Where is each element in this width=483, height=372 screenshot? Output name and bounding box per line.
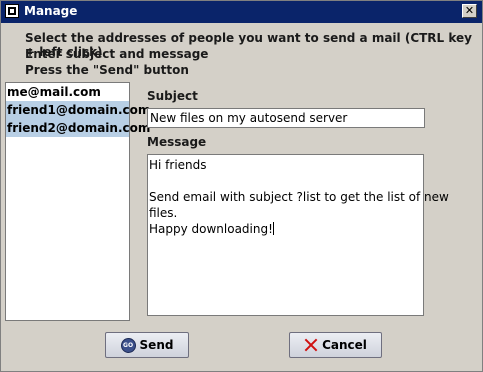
message-line: files. [149,206,178,220]
instruction-press: Press the "Send" button [25,63,189,77]
message-label: Message [147,135,207,149]
window-title: Manage [24,4,78,18]
message-line-last: Happy downloading! [149,221,423,237]
message-line: Hi friends [149,158,207,172]
instruction-enter: Enter subject and message [25,47,209,61]
close-x-icon [304,338,318,352]
cancel-button-label: Cancel [322,338,367,352]
go-icon: GO [120,337,136,353]
subject-input[interactable]: New files on my autosend server [147,108,425,128]
list-item[interactable]: friend1@domain.com [6,101,150,119]
text-caret [272,222,274,235]
title-bar[interactable]: Manage ✕ [1,1,482,23]
subject-label: Subject [147,89,198,103]
cancel-button[interactable]: Cancel [289,332,382,358]
list-item[interactable]: me@mail.com [6,83,129,101]
list-item[interactable]: friend2@domain.com [6,119,150,137]
message-textarea[interactable]: Hi friends Send email with subject ?list… [147,154,449,316]
close-button[interactable]: ✕ [462,4,477,18]
message-line [149,173,423,189]
address-list[interactable]: me@mail.com friend1@domain.com friend2@d… [5,82,150,321]
send-button-label: Send [139,338,174,352]
message-line: Happy downloading! [149,222,273,236]
app-icon [5,4,19,18]
manage-dialog: Manage ✕ Select the addresses of people … [0,0,483,372]
message-line: Send email with subject ?list to get the… [149,190,449,204]
send-button[interactable]: GO Send [105,332,189,358]
